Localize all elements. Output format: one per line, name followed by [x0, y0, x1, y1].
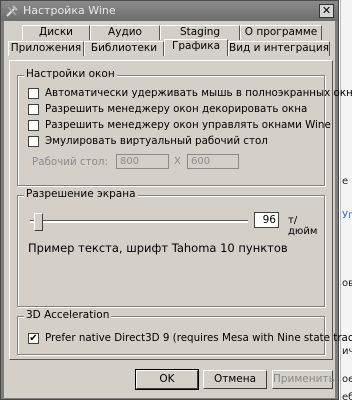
tab-label: Вид и интеграция [229, 42, 329, 54]
native-d3d9-checkbox[interactable]: ✔ [28, 332, 39, 344]
window-title: Настройка Wine [23, 4, 116, 17]
tab-audio[interactable]: Аудио [90, 25, 160, 40]
tab-label: Диски [39, 26, 73, 38]
option-label: Автоматически удерживать мышь в полноэкр… [45, 87, 352, 99]
dpi-input[interactable]: 96 [254, 212, 279, 228]
dpi-slider-thumb[interactable] [34, 213, 43, 231]
background-text: еб [342, 392, 352, 400]
desktop-size-label: Рабочий стол: [32, 156, 108, 168]
tab-disks[interactable]: Диски [22, 25, 90, 40]
option-decorate-windows[interactable]: Разрешить менеджеру окон декорировать ок… [28, 102, 307, 116]
tab-label: Аудио [108, 26, 142, 38]
apply-button[interactable]: Применить [272, 370, 335, 389]
background-text: ое [342, 374, 352, 385]
background-text: ичн [342, 346, 352, 357]
acceleration-title: 3D Acceleration [24, 309, 112, 321]
option-grab-mouse[interactable]: Автоматически удерживать мышь в полноэкр… [28, 86, 352, 100]
tab-applications[interactable]: Приложения [8, 41, 84, 56]
option-label: Разрешить менеджеру окон декорировать ок… [45, 103, 308, 115]
ok-button[interactable]: OK [135, 369, 199, 390]
screen-resolution-group: Разрешение экрана 96 т/дюйм Пример текст… [17, 188, 325, 307]
background-text: е [342, 176, 349, 187]
tab-label: Графика [171, 40, 221, 52]
option-virtual-desktop[interactable]: Эмулировать виртуальный рабочий стол [28, 134, 268, 148]
grab-mouse-checkbox[interactable] [28, 87, 39, 99]
desktop-size-separator: X [174, 156, 181, 167]
dpi-slider-track[interactable] [30, 220, 248, 223]
tab-desktop-integration[interactable]: Вид и интеграция [228, 41, 330, 56]
close-icon: ✕ [321, 4, 332, 17]
option-manage-windows[interactable]: Разрешить менеджеру окон управлять окнам… [28, 118, 331, 132]
close-button[interactable]: ✕ [319, 4, 334, 18]
window-settings-group: Настройки окон Автоматически удерживать … [17, 68, 352, 186]
graphics-tab-panel: Настройки окон Автоматически удерживать … [9, 60, 352, 360]
tab-label: Staging [179, 26, 221, 38]
dialog-client-area: Диски Аудио Staging О программе Приложен… [4, 21, 352, 398]
title-bar[interactable]: Настройка Wine ✕ [1, 1, 338, 21]
checkmark-icon: ✔ [29, 332, 38, 344]
background-text: ов [342, 278, 352, 289]
desktop-height-field[interactable]: 600 [187, 154, 239, 169]
screen-resolution-title: Разрешение экрана [24, 188, 138, 200]
tab-graphics[interactable]: Графика [164, 39, 228, 56]
cancel-button[interactable]: Отмена [203, 370, 267, 389]
desktop-width-field[interactable]: 800 [116, 154, 169, 169]
option-label: Разрешить менеджеру окон управлять окнам… [45, 119, 331, 131]
virtual-desktop-checkbox[interactable] [28, 135, 39, 147]
dpi-unit-label: т/дюйм [288, 215, 318, 237]
background-text: Упр [342, 210, 352, 221]
font-sample-text: Пример текста, шрифт Tahoma 10 пунктов [28, 241, 288, 255]
tab-label: О программе [244, 26, 318, 38]
option-native-d3d9[interactable]: ✔ Prefer native Direct3D 9 (requires Mes… [28, 331, 352, 345]
tab-about[interactable]: О программе [240, 25, 322, 40]
wine-config-window: Настройка Wine ✕ Диски Аудио Staging О п… [0, 0, 352, 400]
tab-label: Приложения [10, 42, 82, 54]
tab-staging[interactable]: Staging [160, 25, 240, 40]
window-settings-title: Настройки окон [24, 68, 117, 80]
acceleration-group: 3D Acceleration ✔ Prefer native Direct3D… [17, 309, 352, 355]
option-label: Эмулировать виртуальный рабочий стол [45, 135, 268, 147]
tools-icon [6, 5, 18, 17]
tab-label: Библиотеки [90, 42, 158, 54]
manage-windows-checkbox[interactable] [28, 119, 39, 131]
decorate-windows-checkbox[interactable] [28, 103, 39, 115]
option-label: Prefer native Direct3D 9 (requires Mesa … [45, 332, 352, 344]
tab-libraries[interactable]: Библиотеки [84, 41, 164, 56]
